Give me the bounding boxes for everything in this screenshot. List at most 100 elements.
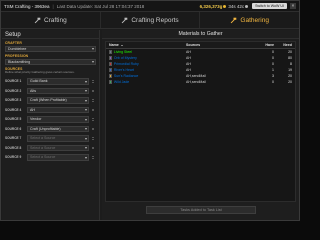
priority-arrows[interactable] <box>90 154 96 161</box>
close-button[interactable]: × <box>290 3 296 9</box>
source-row: SOURCE 4 AH <box>2 105 99 115</box>
chevron-down-icon <box>85 156 87 159</box>
item-need: 8 <box>290 62 292 66</box>
item-name-cell: River's Heart <box>106 68 186 72</box>
item-name-cell: Living Steel <box>106 50 186 54</box>
source-dropdown[interactable]: AH <box>27 106 89 114</box>
source-label: SOURCE 2 <box>5 88 22 93</box>
source-dropdown[interactable]: Select a Source <box>27 154 89 161</box>
source-dropdown[interactable]: Vendor <box>27 116 89 123</box>
priority-arrows[interactable] <box>90 78 96 85</box>
source-row: SOURCE 3 Craft (When Profitable) <box>2 96 99 106</box>
source-label: SOURCE 4 <box>5 107 22 112</box>
tab-crafting[interactable]: Crafting <box>1 12 101 28</box>
tab-crafting-reports[interactable]: Crafting Reports <box>101 12 201 28</box>
arrow-down-icon[interactable] <box>92 138 94 140</box>
source-label: SOURCE 9 <box>5 155 22 160</box>
crafter-dropdown[interactable]: Dumblebee <box>5 46 96 52</box>
crafter-value: Dumblebee <box>8 47 27 51</box>
source-value: Craft (When Profitable) <box>30 98 67 103</box>
table-header: Name Sources Have Need <box>106 42 295 49</box>
item-have: 0 <box>272 62 274 66</box>
priority-arrows[interactable] <box>90 135 96 142</box>
priority-arrows[interactable] <box>90 97 96 104</box>
source-dropdown[interactable]: Guild Bank <box>27 78 89 85</box>
item-name[interactable]: Wild Jade <box>114 80 129 84</box>
tab-crafting-label: Crafting <box>43 16 67 24</box>
source-row: SOURCE 2 Alts <box>2 86 99 96</box>
header-sources[interactable]: Sources <box>186 43 254 47</box>
silver-amount: 34s 42c <box>228 3 245 9</box>
source-row: SOURCE 1 Guild Bank <box>2 77 99 87</box>
item-name[interactable]: Primordial Ruby <box>114 62 139 66</box>
header-name-label: Name <box>109 43 119 47</box>
chevron-down-icon <box>85 147 87 150</box>
chevron-down-icon <box>85 109 87 112</box>
item-sources: AH <box>186 68 191 72</box>
gold-coin-icon <box>223 4 227 8</box>
source-value: Craft (Unprofitable) <box>30 126 61 131</box>
profession-label: PROFESSION <box>5 54 29 58</box>
profession-dropdown[interactable]: Blacksmithing <box>5 59 96 65</box>
item-name[interactable]: Living Steel <box>114 50 132 54</box>
arrow-down-icon[interactable] <box>92 100 94 102</box>
header-have[interactable]: Have <box>254 43 274 47</box>
source-list: SOURCE 1 Guild Bank SOURCE 2 Alts SOURCE 3 Cr… <box>2 77 99 163</box>
source-value: Select a Source <box>30 145 56 150</box>
item-icon <box>109 62 113 66</box>
item-icon <box>109 80 113 84</box>
item-sources: AH,sendMail <box>186 80 206 84</box>
priority-arrows[interactable] <box>90 145 96 152</box>
switch-to-wow-ui-button[interactable]: Switch to WoW UI <box>252 3 287 9</box>
tasks-added-button[interactable]: Tasks Added to Task List <box>146 206 256 214</box>
item-name-cell: Orb of Mystery <box>106 56 186 60</box>
tab-gathering[interactable]: Gathering <box>200 12 299 28</box>
arrow-down-icon[interactable] <box>92 110 94 112</box>
arrow-down-icon[interactable] <box>92 119 94 121</box>
header-name[interactable]: Name <box>106 43 186 47</box>
item-name[interactable]: River's Heart <box>114 68 134 72</box>
item-sources: AH <box>186 62 191 66</box>
app-title: TSM Crafting - 3963ea <box>4 3 50 9</box>
header-need[interactable]: Need <box>274 43 294 47</box>
source-dropdown[interactable]: Craft (When Profitable) <box>27 97 89 104</box>
item-icon <box>109 50 113 54</box>
item-name[interactable]: Orb of Mystery <box>114 56 137 60</box>
source-label: SOURCE 5 <box>5 117 22 122</box>
source-value: AH <box>30 107 35 112</box>
gold-amount: 6,326,373g <box>199 3 223 9</box>
materials-panel: Materials to Gather Name Sources Have Ne… <box>102 30 299 220</box>
source-dropdown[interactable]: Craft (Unprofitable) <box>27 125 89 133</box>
arrow-down-icon[interactable] <box>92 91 94 93</box>
priority-arrows[interactable] <box>90 107 96 114</box>
source-row: SOURCE 7 Select a Source <box>2 134 99 144</box>
arrow-down-icon[interactable] <box>92 129 94 131</box>
source-value: Select a Source <box>30 155 56 160</box>
arrow-down-icon[interactable] <box>92 81 94 83</box>
tab-bar: Crafting Crafting Reports Gathering <box>1 12 299 29</box>
source-dropdown[interactable]: Select a Source <box>27 144 89 152</box>
reports-icon <box>122 17 128 23</box>
item-need: 20 <box>288 74 292 78</box>
sources-description: Define what priority Gathering gives cer… <box>5 70 75 74</box>
source-label: SOURCE 7 <box>5 136 22 141</box>
source-label: SOURCE 3 <box>5 98 22 103</box>
setup-title: Setup <box>2 30 99 39</box>
tab-gathering-label: Gathering <box>240 16 269 24</box>
item-have: 0 <box>272 56 274 60</box>
item-sources: AH <box>186 56 191 60</box>
arrow-down-icon[interactable] <box>92 148 94 150</box>
silver-coin-icon <box>245 4 249 8</box>
item-have: 0 <box>272 80 274 84</box>
source-dropdown[interactable]: Select a Source <box>27 135 89 142</box>
priority-arrows[interactable] <box>90 88 96 95</box>
priority-arrows[interactable] <box>90 116 96 123</box>
priority-arrows[interactable] <box>90 126 96 133</box>
item-name[interactable]: Sun's Radiance <box>114 74 138 78</box>
item-name-cell: Primordial Ruby <box>106 62 186 66</box>
source-dropdown[interactable]: Alts <box>27 87 89 95</box>
tsm-window: TSM Crafting - 3963ea | Last Data Update… <box>0 0 300 221</box>
table-row[interactable]: Wild Jade AH,sendMail 0 20 <box>106 79 295 85</box>
arrow-down-icon[interactable] <box>92 157 94 159</box>
item-have: 1 <box>272 68 274 72</box>
